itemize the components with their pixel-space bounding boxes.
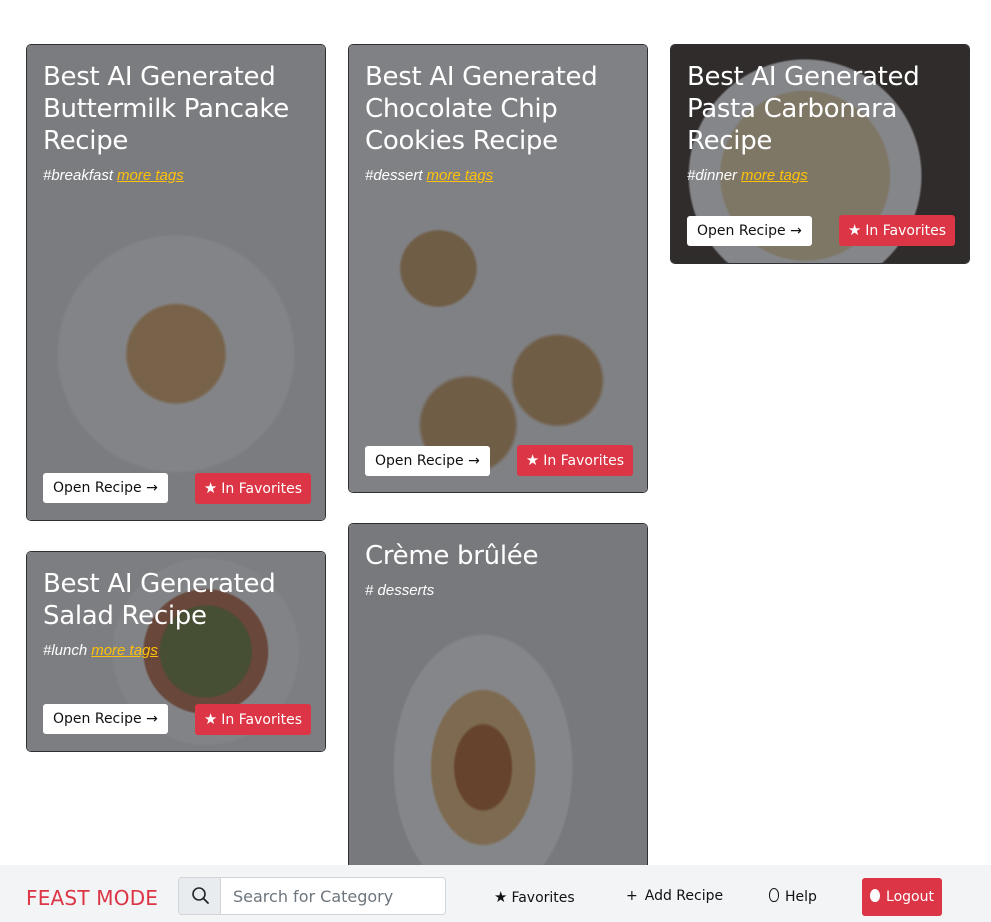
card-tags: #dinner more tags	[687, 167, 953, 184]
nav-favorites-link[interactable]: ★ Favorites	[494, 888, 575, 906]
card-title: Crème brûlée	[365, 541, 539, 571]
in-favorites-button[interactable]: ★ In Favorites	[194, 473, 311, 504]
egg-icon	[870, 889, 881, 902]
more-tags-link[interactable]: more tags	[741, 167, 808, 184]
open-recipe-button[interactable]: Open Recipe →	[687, 216, 812, 246]
recipe-card-creme-brulee: Crème brûlée # desserts	[348, 523, 648, 883]
logout-button[interactable]: Logout	[862, 878, 942, 916]
favorites-label: In Favorites	[865, 223, 946, 239]
star-icon: ★	[203, 479, 218, 497]
card-title: Best AI Generated Pasta Carbonara Recipe	[687, 62, 920, 156]
in-favorites-button[interactable]: ★ In Favorites	[194, 704, 311, 735]
plus-icon: +	[626, 888, 638, 904]
in-favorites-button[interactable]: ★ In Favorites	[516, 445, 633, 476]
recipe-card-pancake: Best AI Generated Buttermilk Pancake Rec…	[26, 44, 326, 521]
card-tag: #dessert	[365, 167, 423, 184]
card-tag: #lunch	[43, 642, 88, 659]
more-tags-link[interactable]: more tags	[91, 642, 158, 659]
card-tags: #breakfast more tags	[43, 167, 309, 184]
search-group	[178, 877, 446, 915]
favorites-label: In Favorites	[221, 481, 302, 497]
search-icon[interactable]	[179, 878, 221, 914]
open-recipe-button[interactable]: Open Recipe →	[43, 704, 168, 734]
card-title: Best AI Generated Salad Recipe	[43, 569, 276, 631]
star-icon: ★	[847, 221, 862, 239]
card-tag: #breakfast	[43, 167, 114, 184]
nav-add-recipe-label: Add Recipe	[644, 888, 724, 904]
recipe-card-carbonara: Best AI Generated Pasta Carbonara Recipe…	[670, 44, 970, 264]
bottom-navbar: FEAST MODE ★Favorites + Add Recipe Help L…	[0, 865, 991, 922]
nav-favorites-label: Favorites	[511, 890, 575, 906]
favorites-label: In Favorites	[221, 712, 302, 728]
in-favorites-button[interactable]: ★ In Favorites	[838, 215, 955, 246]
lightbulb-icon	[769, 888, 779, 902]
card-tag: # desserts	[365, 582, 435, 599]
star-icon: ★	[203, 710, 218, 728]
star-icon: ★	[525, 451, 540, 469]
card-tags: #lunch more tags	[43, 642, 309, 659]
brand-logo[interactable]: FEAST MODE	[26, 886, 158, 910]
open-recipe-button[interactable]: Open Recipe →	[43, 473, 168, 503]
nav-help-link[interactable]: Help	[769, 888, 817, 905]
card-tag: #dinner	[687, 167, 738, 184]
more-tags-link[interactable]: more tags	[427, 167, 494, 184]
recipe-card-cookies: Best AI Generated Chocolate Chip Cookies…	[348, 44, 648, 493]
nav-help-label: Help	[785, 889, 817, 905]
card-tags: #dessert more tags	[365, 167, 631, 184]
open-recipe-button[interactable]: Open Recipe →	[365, 446, 490, 476]
card-tags: # desserts	[365, 582, 631, 599]
favorites-label: In Favorites	[543, 453, 624, 469]
more-tags-link[interactable]: more tags	[117, 167, 184, 184]
nav-add-recipe-link[interactable]: + Add Recipe	[626, 888, 723, 904]
recipe-card-salad: Best AI Generated Salad Recipe #lunch mor…	[26, 551, 326, 752]
logout-label: Logout	[886, 889, 934, 905]
card-title: Best AI Generated Chocolate Chip Cookies…	[365, 62, 598, 156]
star-icon: ★	[494, 888, 508, 906]
search-input[interactable]	[221, 878, 445, 914]
card-title: Best AI Generated Buttermilk Pancake Rec…	[43, 62, 289, 156]
